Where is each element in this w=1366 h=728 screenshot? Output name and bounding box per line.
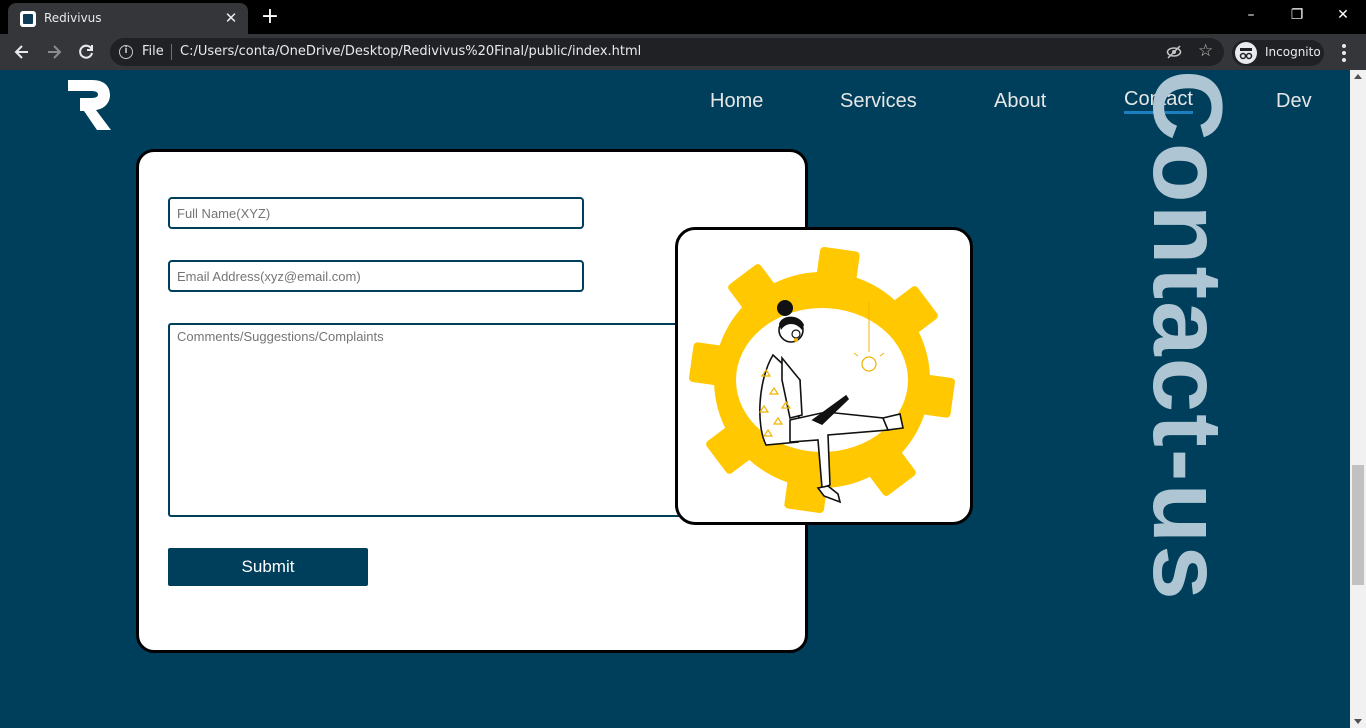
minimize-button[interactable]: –: [1228, 0, 1274, 30]
incognito-badge[interactable]: Incognito: [1232, 40, 1324, 66]
comments-textarea[interactable]: [168, 323, 682, 517]
menu-icon[interactable]: [1336, 42, 1352, 64]
scroll-down-icon[interactable]: [1354, 719, 1362, 724]
info-icon[interactable]: i: [119, 45, 133, 59]
new-tab-button[interactable]: +: [258, 6, 282, 28]
star-icon[interactable]: ☆: [1198, 41, 1213, 61]
tab-close-icon[interactable]: ✕: [222, 9, 240, 27]
page-scrollbar[interactable]: [1350, 70, 1366, 728]
tab-title: Redivivus: [44, 11, 102, 25]
incognito-label: Incognito: [1265, 45, 1321, 59]
restore-button[interactable]: ❐: [1274, 0, 1320, 30]
redivivus-logo[interactable]: [66, 78, 112, 132]
email-input[interactable]: [168, 260, 584, 292]
close-window-button[interactable]: ✕: [1320, 0, 1366, 30]
nav-home[interactable]: Home: [710, 90, 763, 113]
address-separator: [171, 44, 172, 60]
nav-services[interactable]: Services: [840, 90, 917, 113]
illustration-card: [675, 227, 973, 525]
full-name-input[interactable]: [168, 197, 584, 229]
address-scheme-label: File: [142, 44, 164, 59]
back-icon[interactable]: [8, 38, 36, 66]
nav-about[interactable]: About: [994, 90, 1046, 113]
eye-off-icon[interactable]: [1166, 44, 1182, 60]
address-url[interactable]: C:/Users/conta/OneDrive/Desktop/Redivivu…: [180, 44, 641, 59]
browser-toolbar: i File C:/Users/conta/OneDrive/Desktop/R…: [0, 34, 1366, 70]
woman-with-laptop-in-gear-illustration: [689, 247, 955, 513]
reload-icon[interactable]: [72, 38, 100, 66]
tab-strip: Redivivus ✕ + – ❐ ✕: [0, 0, 1366, 34]
scroll-up-icon[interactable]: [1354, 74, 1362, 79]
section-title-text: Contact-us: [1133, 70, 1243, 602]
scroll-thumb[interactable]: [1352, 465, 1364, 585]
submit-button[interactable]: Submit: [168, 548, 368, 586]
page-viewport: Home Services About Contact Dev Contact-…: [0, 70, 1350, 728]
incognito-icon: [1235, 42, 1257, 64]
browser-tab[interactable]: Redivivus ✕: [8, 3, 248, 34]
favicon-icon: [20, 11, 36, 27]
address-bar[interactable]: i File C:/Users/conta/OneDrive/Desktop/R…: [110, 38, 1224, 66]
forward-icon[interactable]: [40, 38, 68, 66]
nav-dev[interactable]: Dev: [1276, 90, 1312, 113]
section-title: Contact-us: [1133, 70, 1246, 660]
